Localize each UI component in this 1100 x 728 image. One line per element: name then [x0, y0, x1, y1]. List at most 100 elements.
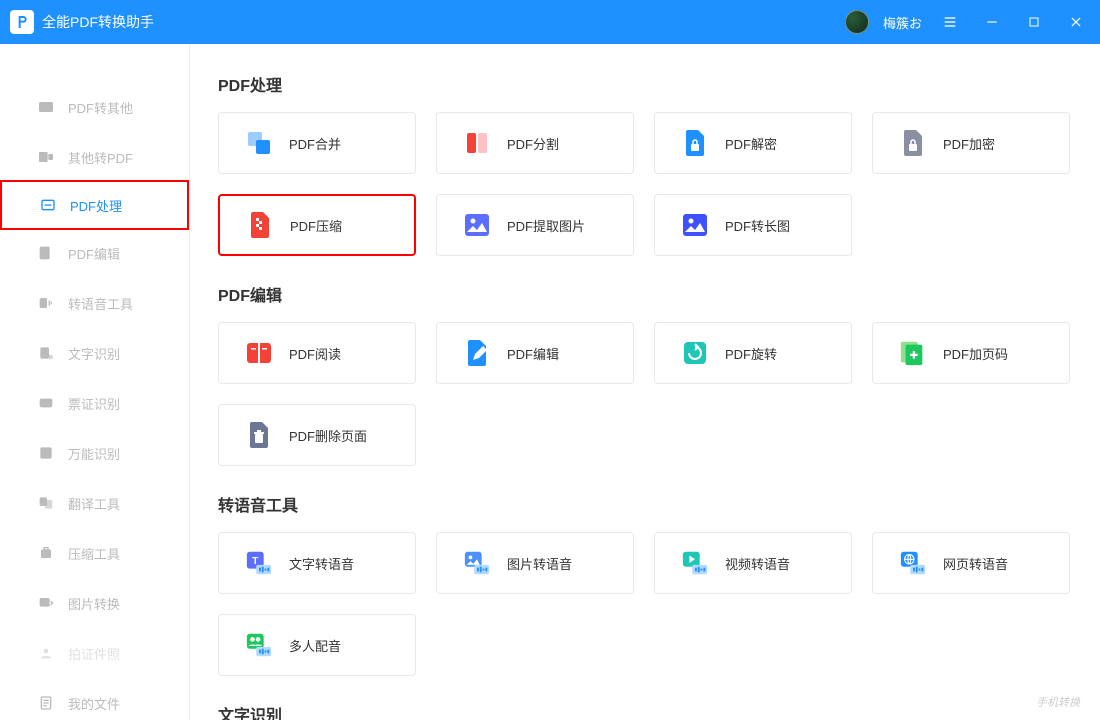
- grid-pdf-process: PDF合并 PDF分割 PDF解密 PDF加密 PDF压缩 PDF提取图片: [218, 112, 1072, 256]
- card-label: 视频转语音: [725, 554, 790, 573]
- card-pdf-split[interactable]: PDF分割: [436, 112, 634, 174]
- pdf-add-page-icon: [899, 339, 927, 367]
- pdf-split-icon: [463, 129, 491, 157]
- sidebar-item-label: 压缩工具: [68, 544, 120, 563]
- sidebar-item-id-photo[interactable]: 拍证件照: [0, 628, 189, 678]
- card-label: 图片转语音: [507, 554, 572, 573]
- card-multi-voice[interactable]: 多人配音: [218, 614, 416, 676]
- card-pdf-delete-page[interactable]: PDF删除页面: [218, 404, 416, 466]
- sidebar-item-label: 万能识别: [68, 444, 120, 463]
- card-label: PDF合并: [289, 134, 341, 153]
- sidebar-item-label: 翻译工具: [68, 494, 120, 513]
- card-label: PDF旋转: [725, 344, 777, 363]
- card-pdf-edit[interactable]: PDF编辑: [436, 322, 634, 384]
- card-pdf-encrypt[interactable]: PDF加密: [872, 112, 1070, 174]
- my-files-icon: [38, 695, 54, 711]
- card-video-to-speech[interactable]: 视频转语音: [654, 532, 852, 594]
- sidebar-item-compress-tools[interactable]: 压缩工具: [0, 528, 189, 578]
- pdf-decrypt-icon: [681, 129, 709, 157]
- sidebar-item-my-files[interactable]: 我的文件: [0, 678, 189, 728]
- pdf-to-other-icon: [38, 99, 54, 115]
- section-title-ocr: 文字识别: [218, 702, 1072, 720]
- card-image-to-speech[interactable]: 图片转语音: [436, 532, 634, 594]
- card-label: 多人配音: [289, 636, 341, 655]
- card-label: PDF提取图片: [507, 216, 585, 235]
- card-pdf-decrypt[interactable]: PDF解密: [654, 112, 852, 174]
- sidebar-item-label: 我的文件: [68, 694, 120, 713]
- pdf-process-icon: [40, 197, 56, 213]
- card-webpage-to-speech[interactable]: 网页转语音: [872, 532, 1070, 594]
- card-label: PDF加页码: [943, 344, 1008, 363]
- menu-button[interactable]: [936, 8, 964, 36]
- card-label: PDF加密: [943, 134, 995, 153]
- video-to-speech-icon: [681, 549, 709, 577]
- main-panel: PDF处理 PDF合并 PDF分割 PDF解密 PDF加密 PDF压缩: [190, 44, 1100, 720]
- other-to-pdf-icon: [38, 149, 54, 165]
- titlebar: 全能PDF转换助手 梅簇お: [0, 0, 1100, 44]
- card-label: PDF解密: [725, 134, 777, 153]
- sidebar-item-label: PDF处理: [70, 196, 122, 215]
- id-photo-icon: [38, 645, 54, 661]
- grid-tts: T 文字转语音 图片转语音 视频转语音 网页转语音 多人配音: [218, 532, 1072, 676]
- card-pdf-read[interactable]: PDF阅读: [218, 322, 416, 384]
- compress-icon: [38, 545, 54, 561]
- pdf-to-long-image-icon: [681, 211, 709, 239]
- sidebar-item-pdf-process[interactable]: PDF处理: [0, 180, 189, 230]
- close-button[interactable]: [1062, 8, 1090, 36]
- sidebar-item-pdf-to-other[interactable]: PDF转其他: [0, 82, 189, 132]
- card-pdf-to-long-image[interactable]: PDF转长图: [654, 194, 852, 256]
- app-body: PDF转其他 其他转PDF PDF处理 PDF编辑 转语音工具 文字识别 票证识…: [0, 44, 1100, 720]
- minimize-button[interactable]: [978, 8, 1006, 36]
- image-to-speech-icon: [463, 549, 491, 577]
- pdf-delete-page-icon: [245, 421, 273, 449]
- sidebar-item-pdf-edit[interactable]: PDF编辑: [0, 228, 189, 278]
- pdf-read-icon: [245, 339, 273, 367]
- sidebar-item-other-to-pdf[interactable]: 其他转PDF: [0, 132, 189, 182]
- text-to-speech-icon: T: [245, 549, 273, 577]
- username-label: 梅簇お: [883, 13, 922, 32]
- sidebar-item-label: PDF编辑: [68, 244, 120, 263]
- sidebar-item-universal-ocr[interactable]: 万能识别: [0, 428, 189, 478]
- sidebar-item-label: 图片转换: [68, 594, 120, 613]
- card-label: PDF删除页面: [289, 426, 367, 445]
- ticket-ocr-icon: [38, 395, 54, 411]
- sidebar-item-label: 其他转PDF: [68, 148, 133, 167]
- ocr-icon: [38, 345, 54, 361]
- sidebar-item-tts-tools[interactable]: 转语音工具: [0, 278, 189, 328]
- sidebar-item-translate-tools[interactable]: 翻译工具: [0, 478, 189, 528]
- card-pdf-rotate[interactable]: PDF旋转: [654, 322, 852, 384]
- card-pdf-merge[interactable]: PDF合并: [218, 112, 416, 174]
- sidebar-item-ticket-ocr[interactable]: 票证识别: [0, 378, 189, 428]
- card-label: PDF阅读: [289, 344, 341, 363]
- sidebar-item-label: 转语音工具: [68, 294, 133, 313]
- pdf-rotate-icon: [681, 339, 709, 367]
- card-label: 文字转语音: [289, 554, 354, 573]
- sidebar-item-label: 文字识别: [68, 344, 120, 363]
- card-label: PDF转长图: [725, 216, 790, 235]
- sidebar-item-ocr[interactable]: 文字识别: [0, 328, 189, 378]
- grid-pdf-edit: PDF阅读 PDF编辑 PDF旋转 PDF加页码 PDF删除页面: [218, 322, 1072, 466]
- card-pdf-extract-image[interactable]: PDF提取图片: [436, 194, 634, 256]
- pdf-encrypt-icon: [899, 129, 927, 157]
- titlebar-left: 全能PDF转换助手: [10, 10, 154, 34]
- translate-icon: [38, 495, 54, 511]
- card-label: PDF编辑: [507, 344, 559, 363]
- pdf-edit-icon: [38, 245, 54, 261]
- app-title: 全能PDF转换助手: [42, 12, 154, 32]
- card-label: PDF压缩: [290, 216, 342, 235]
- pdf-merge-icon: [245, 129, 273, 157]
- card-label: PDF分割: [507, 134, 559, 153]
- multi-voice-icon: [245, 631, 273, 659]
- watermark-text: 手机转换: [1036, 694, 1080, 710]
- section-title-pdf-edit: PDF编辑: [218, 282, 1072, 306]
- card-text-to-speech[interactable]: T 文字转语音: [218, 532, 416, 594]
- card-pdf-compress[interactable]: PDF压缩: [218, 194, 416, 256]
- pdf-edit-card-icon: [463, 339, 491, 367]
- pdf-extract-image-icon: [463, 211, 491, 239]
- sidebar-item-label: 拍证件照: [68, 644, 120, 663]
- sidebar-item-image-convert[interactable]: 图片转换: [0, 578, 189, 628]
- maximize-button[interactable]: [1020, 8, 1048, 36]
- user-avatar[interactable]: [845, 10, 869, 34]
- webpage-to-speech-icon: [899, 549, 927, 577]
- card-pdf-add-page-number[interactable]: PDF加页码: [872, 322, 1070, 384]
